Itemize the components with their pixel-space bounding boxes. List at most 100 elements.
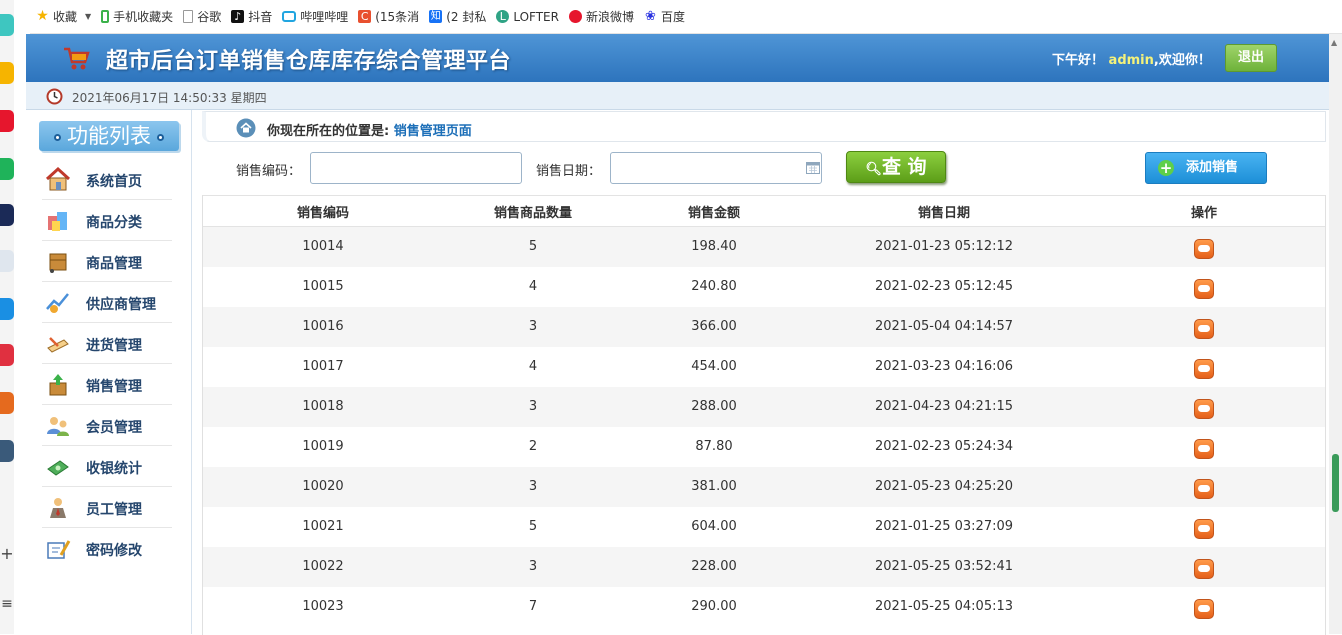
view-detail-icon[interactable] [1194,558,1214,579]
home-icon [45,166,71,191]
sidebar-item-purchase[interactable]: 进货管理 [42,323,172,364]
current-page-link[interactable]: 销售管理页面 [394,124,472,139]
view-detail-icon[interactable] [1194,278,1214,299]
zhihu-icon: 知 [429,10,443,23]
category-icon [48,212,67,231]
table-row: 10017 4 454.00 2021-03-23 04:16:06 [203,346,1325,387]
mail-icon[interactable] [0,158,14,180]
baidu-icon: ❀ [645,9,656,24]
weibo-icon[interactable] [0,110,14,132]
bilibili-icon [282,11,297,22]
news-icon[interactable] [0,204,14,226]
page-scrollbar[interactable]: ▲ [1329,34,1342,634]
scroll-up-icon[interactable]: ▲ [1331,38,1337,47]
shopping-cart-icon [64,47,90,70]
bookmark-lofter[interactable]: L LOFTER [496,10,559,24]
bookmarks-bar: ★ 收藏 ▼ 手机收藏夹 谷歌 ♪ 抖音 哔哩哔哩 C (15条消 知 (2 封… [30,0,1342,34]
sidebar-item-cashier[interactable]: 收银统计 [42,446,172,487]
tiktok-icon: ♪ [231,10,245,23]
cashier-icon [47,460,69,476]
view-detail-icon[interactable] [1194,518,1214,539]
column-header-date[interactable]: 销售日期 [805,195,1083,227]
function-list-title: 功能列表 [39,121,179,151]
app-icon[interactable] [0,14,14,36]
sales-code-input[interactable] [310,152,522,184]
supplier-icon [46,293,69,313]
main-content: 你现在所在的位置是: 销售管理页面 销售编码： 销售日期： 🔍︎查 询 + 添加… [202,110,1326,635]
table-row: 10019 2 87.80 2021-02-23 05:24:34 [203,426,1325,467]
column-header-code[interactable]: 销售编码 [203,195,443,227]
logout-button[interactable]: 退出 [1225,44,1277,72]
query-button[interactable]: 🔍︎查 询 [846,151,946,183]
password-icon [47,540,71,559]
pay-icon[interactable] [0,298,14,320]
bookmark-mobile[interactable]: 手机收藏夹 [101,8,173,25]
goods-icon [49,253,67,273]
add-sale-button[interactable]: + 添加销售 [1145,152,1267,184]
table-row: 10018 3 288.00 2021-04-23 04:21:15 [203,386,1325,427]
view-detail-icon[interactable] [1194,318,1214,339]
bookmark-douyin[interactable]: ♪ 抖音 [231,8,272,25]
document-icon[interactable] [0,250,14,272]
bookmark-zhihu[interactable]: 知 (2 封私 [429,8,486,25]
scrollbar-thumb[interactable] [1332,454,1339,512]
sidebar-item-goods[interactable]: 商品管理 [42,241,172,282]
date-bar: 2021年06月17日 14:50:33 星期四 [26,82,1329,110]
calendar-icon[interactable] [806,162,820,174]
greeting: 下午好！ admin,欢迎你！ [1052,53,1211,68]
sales-icon [49,374,67,396]
app-title: 超市后台订单销售仓库库存综合管理平台 [106,49,512,74]
star-icon[interactable] [0,62,14,84]
bookmark-baidu[interactable]: ❀ 百度 [644,8,685,25]
phone-icon [101,10,110,23]
sales-date-input[interactable] [610,152,822,184]
username: admin [1108,53,1154,68]
game-icon[interactable] [0,392,14,414]
sales-table: 销售编码 销售商品数量 销售金额 销售日期 操作 10014 5 198.40 202… [203,195,1325,627]
sales-date-label: 销售日期： [536,164,602,179]
sidebar-item-password[interactable]: 密码修改 [42,528,172,569]
csdn-icon: C [358,10,372,23]
table-row: 10015 4 240.80 2021-02-23 05:12:45 [203,266,1325,307]
home-icon [236,118,256,138]
table-row: 10021 5 604.00 2021-01-25 03:27:09 [203,506,1325,547]
picture-icon[interactable] [0,440,14,462]
sidebar-nav: 系统首页 商品分类 商品管理 供应商管理 进货管理 销售管理 会员管理 收银统计… [42,159,172,569]
view-detail-icon[interactable] [1194,358,1214,379]
shop-icon[interactable] [0,344,14,366]
sidebar-item-sales[interactable]: 销售管理 [42,364,172,405]
chevron-down-icon[interactable]: ▼ [85,12,91,21]
add-icon[interactable]: + [0,544,14,563]
sidebar-item-supplier[interactable]: 供应商管理 [42,282,172,323]
browser-side-strip: + ≡ [0,0,14,634]
view-detail-icon[interactable] [1194,438,1214,459]
sidebar-item-staff[interactable]: 员工管理 [42,487,172,528]
view-detail-icon[interactable] [1194,478,1214,499]
menu-icon[interactable]: ≡ [0,596,14,612]
bookmark-favorites[interactable]: ★ 收藏 ▼ [36,8,91,25]
view-detail-icon[interactable] [1194,398,1214,419]
sales-code-label: 销售编码： [236,164,302,179]
sidebar-item-category[interactable]: 商品分类 [42,200,172,241]
lofter-icon: L [496,10,510,23]
sidebar-item-home[interactable]: 系统首页 [42,159,172,200]
bookmark-csdn[interactable]: C (15条消 [358,8,419,25]
view-detail-icon[interactable] [1194,238,1214,259]
column-header-quantity[interactable]: 销售商品数量 [443,195,623,227]
magnifier-icon: 🔍︎ [865,162,882,177]
sidebar: 功能列表 系统首页 商品分类 商品管理 供应商管理 进货管理 销售管理 会员管理… [26,110,192,634]
member-icon [47,417,69,436]
table-header-row: 销售编码 销售商品数量 销售金额 销售日期 操作 [203,195,1325,227]
table-row: 10020 3 381.00 2021-05-23 04:25:20 [203,466,1325,507]
star-icon: ★ [36,8,49,24]
plus-icon: + [1158,159,1174,177]
sidebar-item-member[interactable]: 会员管理 [42,405,172,446]
view-detail-icon[interactable] [1194,598,1214,619]
column-header-amount[interactable]: 销售金额 [623,195,805,227]
bookmark-bilibili[interactable]: 哔哩哔哩 [282,8,348,25]
bookmark-google[interactable]: 谷歌 [183,8,221,25]
app-root: 超市后台订单销售仓库库存综合管理平台 下午好！ admin,欢迎你！ 退出 20… [26,34,1329,635]
bookmark-weibo[interactable]: 新浪微博 [568,8,634,25]
table-row: 10022 3 228.00 2021-05-25 03:52:41 [203,546,1325,587]
bullet-icon [157,133,164,141]
